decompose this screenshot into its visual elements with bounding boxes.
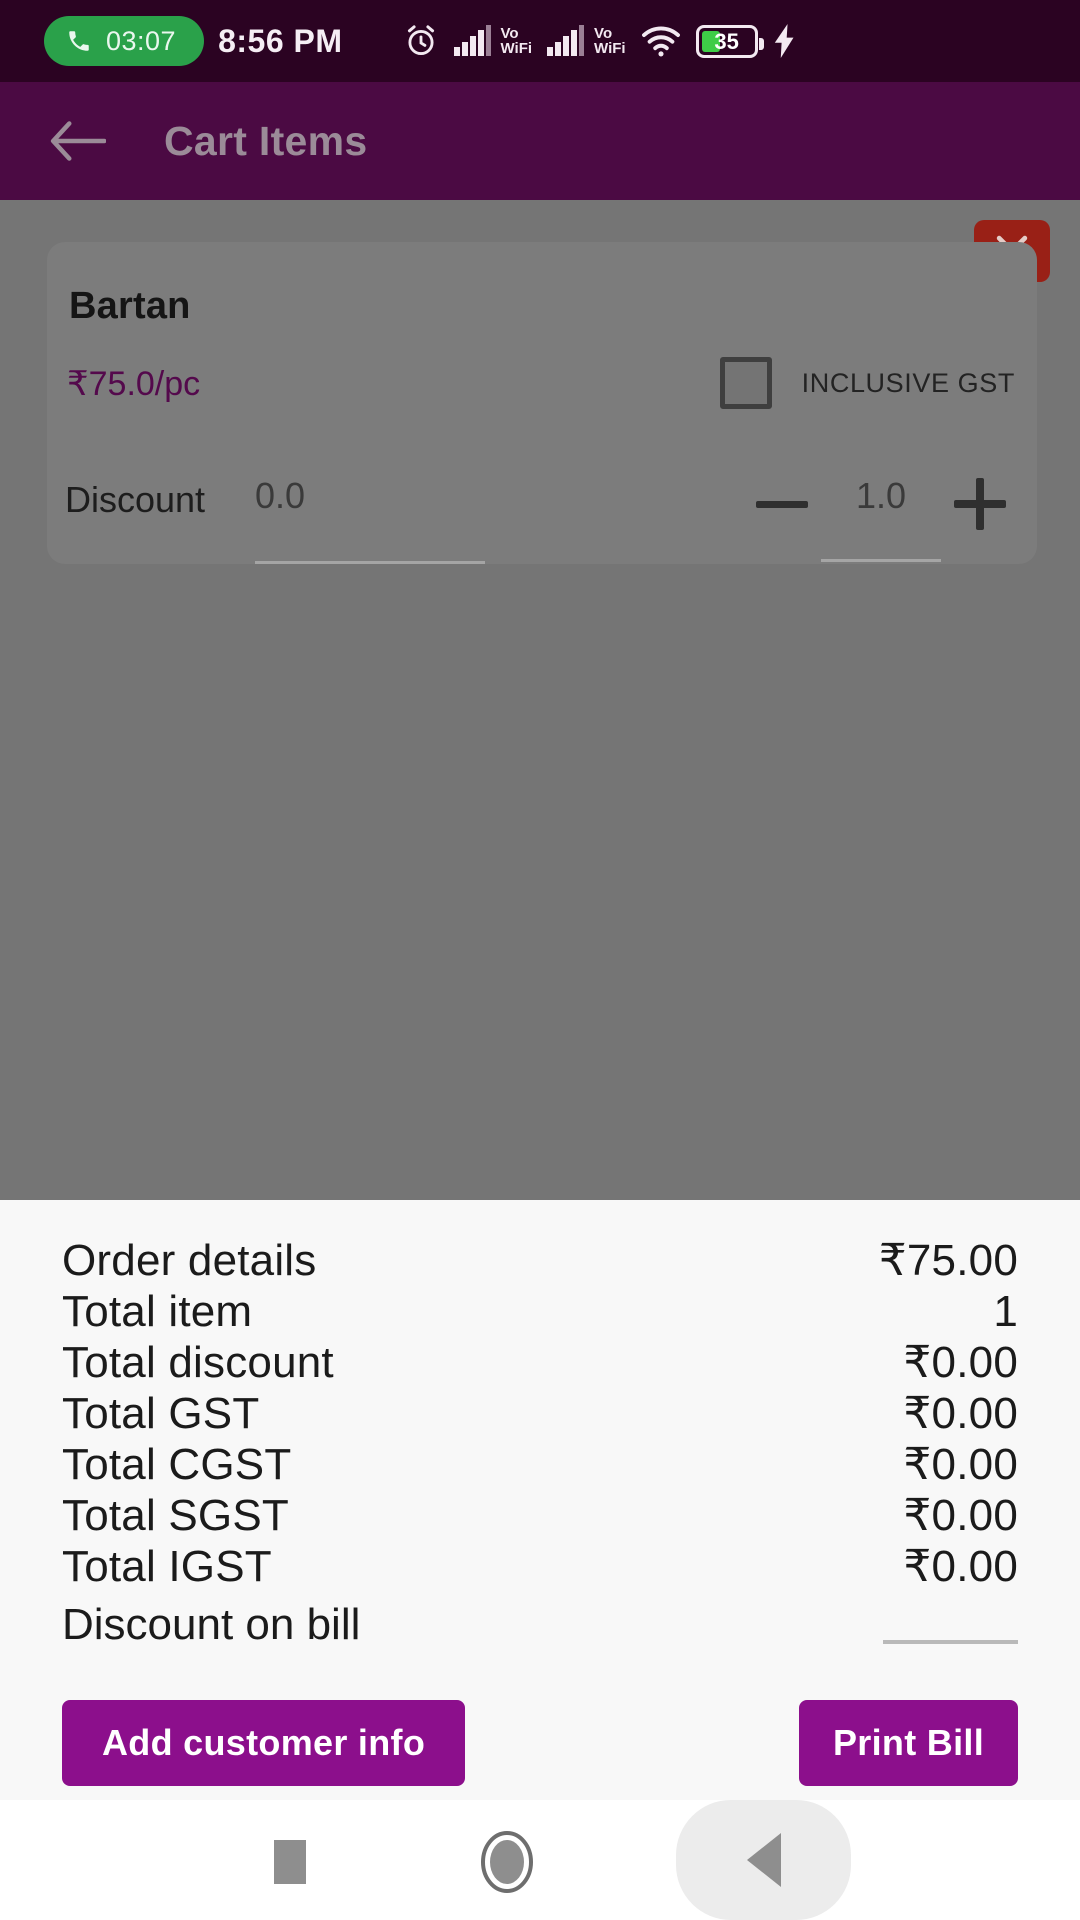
quantity-input[interactable]: 1.0 <box>821 465 941 562</box>
phone-icon <box>69 31 89 51</box>
item-discount-quantity-row: Discount 0.0 1.0 <box>65 457 1019 564</box>
discount-on-bill-input[interactable] <box>883 1640 1018 1650</box>
order-row: Total SGST ₹0.00 <box>62 1490 1018 1541</box>
item-discount-value: 0.0 <box>255 475 306 516</box>
inclusive-gst-row[interactable]: INCLUSIVE GST <box>719 357 1015 409</box>
status-clock: 8:56 PM <box>218 22 343 59</box>
order-row-value: ₹0.00 <box>903 1491 1018 1540</box>
order-row: Order details ₹75.00 <box>62 1235 1018 1286</box>
order-row-label: Total GST <box>62 1389 260 1438</box>
order-row-value: ₹0.00 <box>903 1440 1018 1489</box>
order-row-label: Total item <box>62 1287 253 1336</box>
recents-button[interactable] <box>255 1827 325 1897</box>
order-row: Total discount ₹0.00 <box>62 1337 1018 1388</box>
action-button-row: Add customer info Print Bill <box>62 1700 1018 1786</box>
order-row-label: Total SGST <box>62 1491 289 1540</box>
recents-icon <box>274 1840 306 1884</box>
order-row-label: Total IGST <box>62 1542 272 1591</box>
home-button[interactable] <box>472 1827 542 1897</box>
quantity-increase-button[interactable] <box>941 465 1019 543</box>
battery-icon: 35 <box>695 24 764 58</box>
order-row-value: ₹75.00 <box>878 1236 1018 1285</box>
status-icons: Vo WiFi Vo WiFi 35 <box>403 23 798 59</box>
order-row-label: Total discount <box>62 1338 334 1387</box>
order-row-label: Total CGST <box>62 1440 292 1489</box>
vowifi-icon: Vo WiFi <box>594 25 626 57</box>
home-icon <box>481 1831 533 1893</box>
order-details-list: Order details ₹75.00 Total item 1 Total … <box>62 1235 1018 1592</box>
item-price: ₹75.0/pc <box>67 365 201 403</box>
inclusive-gst-checkbox[interactable] <box>719 357 772 409</box>
status-bar: 03:07 8:56 PM Vo WiFi Vo WiFi 35 <box>0 0 1080 82</box>
quantity-value: 1.0 <box>855 475 907 516</box>
active-call-pill[interactable]: 03:07 <box>44 16 205 66</box>
signal-icon <box>547 25 585 56</box>
add-customer-info-button[interactable]: Add customer info <box>62 1700 466 1786</box>
order-row: Total GST ₹0.00 <box>62 1388 1018 1439</box>
minus-icon <box>756 501 808 508</box>
order-row-label: Order details <box>62 1236 317 1285</box>
back-icon <box>746 1833 781 1887</box>
order-row: Total item 1 <box>62 1286 1018 1337</box>
quantity-stepper: 1.0 <box>743 465 1019 562</box>
item-discount-input[interactable]: 0.0 <box>255 475 485 564</box>
discount-on-bill-row: Discount on bill <box>62 1600 1018 1650</box>
order-row: Total IGST ₹0.00 <box>62 1541 1018 1592</box>
page-title: Cart Items <box>164 117 368 164</box>
signal-icon <box>453 25 491 56</box>
order-row-value: ₹0.00 <box>903 1389 1018 1438</box>
item-name: Bartan <box>69 285 191 327</box>
order-row-value: ₹0.00 <box>903 1338 1018 1387</box>
phone-screen: 03:07 8:56 PM Vo WiFi Vo WiFi 35 Cart It… <box>0 0 1080 1920</box>
cart-item-card: Bartan ₹75.0/pc INCLUSIVE GST Discount 0… <box>47 242 1037 564</box>
order-summary-sheet: Order details ₹75.00 Total item 1 Total … <box>0 1200 1080 1800</box>
charging-bolt-icon <box>774 24 794 58</box>
vowifi-icon: Vo WiFi <box>500 25 533 57</box>
discount-on-bill-label: Discount on bill <box>62 1600 361 1649</box>
battery-percent: 35 <box>714 28 739 54</box>
plus-icon <box>954 478 1006 530</box>
android-nav-bar <box>0 1800 1080 1920</box>
item-discount-label: Discount <box>65 479 206 520</box>
order-row-value: 1 <box>993 1287 1018 1336</box>
inclusive-gst-label: INCLUSIVE GST <box>801 367 1015 398</box>
alarm-icon <box>407 25 434 56</box>
print-bill-button[interactable]: Print Bill <box>798 1700 1018 1786</box>
back-button[interactable] <box>676 1800 851 1920</box>
order-row-value: ₹0.00 <box>903 1542 1018 1591</box>
order-row: Total CGST ₹0.00 <box>62 1439 1018 1490</box>
app-bar: Cart Items <box>0 82 1080 200</box>
wifi-icon <box>641 26 680 57</box>
call-timer: 03:07 <box>106 25 177 56</box>
back-arrow-icon[interactable] <box>50 121 106 161</box>
quantity-decrease-button[interactable] <box>743 465 821 543</box>
